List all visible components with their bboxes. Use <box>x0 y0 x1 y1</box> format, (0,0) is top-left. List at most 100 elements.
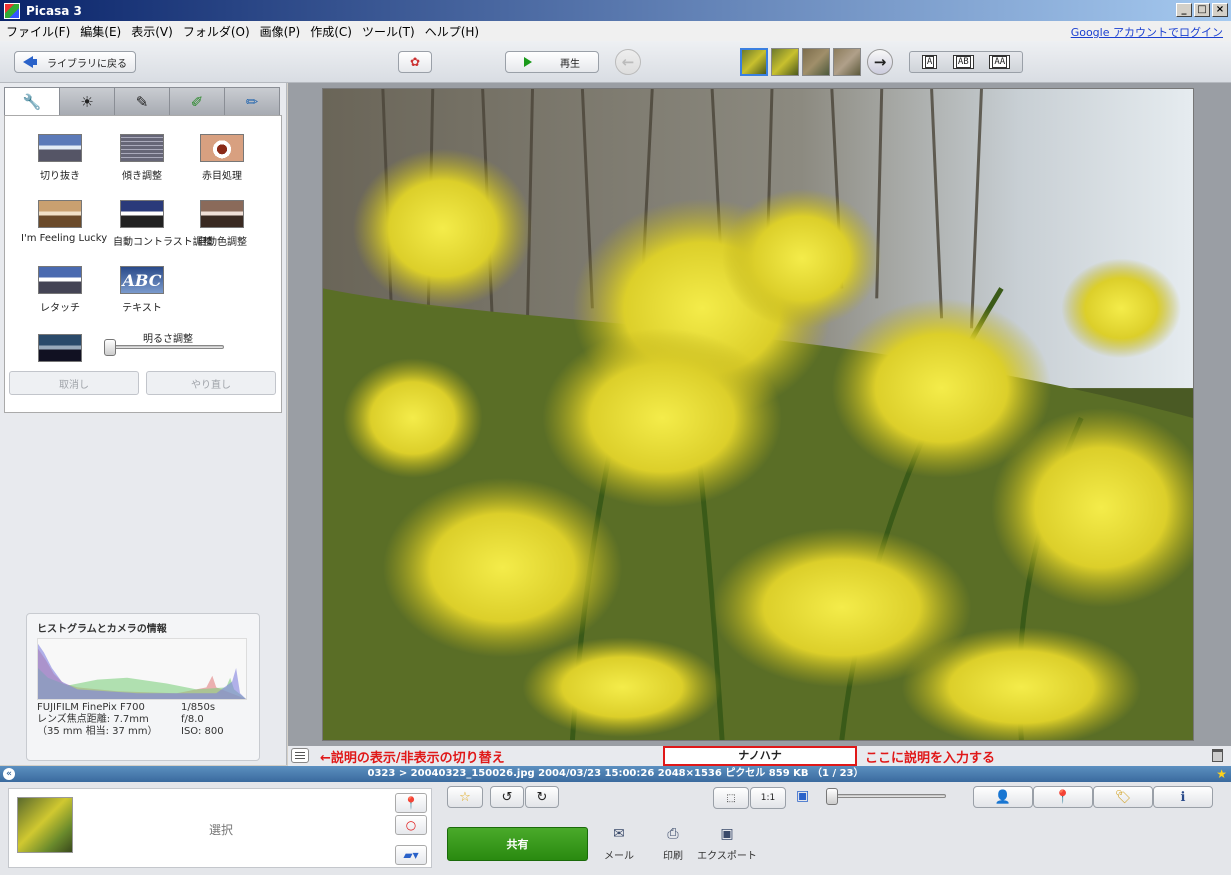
main-photo[interactable] <box>322 88 1194 741</box>
tab-basic-fixes[interactable]: 🔧 <box>4 87 60 116</box>
info-icon: ℹ <box>1180 789 1186 805</box>
status-bar: « 0323 > 20040323_150026.jpg 2004/03/23 … <box>0 766 1231 782</box>
aperture: f/8.0 <box>181 714 204 725</box>
lucky-tool[interactable] <box>19 200 101 233</box>
layout-split-button[interactable]: AA <box>989 55 1011 69</box>
retouch-tool[interactable]: レタッチ <box>19 266 101 314</box>
star-icon: ★ <box>1216 767 1227 781</box>
redo-button[interactable]: やり直し <box>146 371 276 395</box>
filmstrip-thumb[interactable] <box>771 48 799 76</box>
slideshow-play-button[interactable]: 再生 <box>505 51 599 73</box>
lucky-icon <box>38 200 82 228</box>
tab-effects-3[interactable]: ✏ <box>224 87 280 115</box>
google-login-link[interactable]: Google アカウントでログイン <box>1071 24 1223 40</box>
color-picker-button[interactable]: ✿ <box>398 51 432 73</box>
back-to-library-button[interactable]: ライブラリに戻る <box>14 51 136 73</box>
menu-picture[interactable]: 画像(P) <box>260 23 301 40</box>
maximize-button[interactable]: □ <box>1194 3 1210 17</box>
iso: ISO: 800 <box>181 726 224 737</box>
caption-bar: ←説明の表示/非表示の切り替え ナノハナ ここに説明を入力する <box>288 746 1231 766</box>
undo-button[interactable]: 取消し <box>9 371 139 395</box>
focal-length: レンズ焦点距離: 7.7mm <box>37 714 149 725</box>
print-button[interactable]: ⎙ 印刷 <box>643 826 703 862</box>
filmstrip-thumb[interactable] <box>833 48 861 76</box>
brightness-slider-track[interactable] <box>106 345 224 349</box>
filmstrip-thumb[interactable] <box>802 48 830 76</box>
status-text: 0323 > 20040323_150026.jpg 2004/03/23 15… <box>367 768 864 779</box>
people-button[interactable]: 👤 <box>973 786 1033 808</box>
auto-contrast-tool[interactable] <box>101 200 183 233</box>
menu-edit[interactable]: 編集(E) <box>80 23 121 40</box>
tab-tuning[interactable]: ☀ <box>59 87 115 115</box>
clear-tray-button[interactable]: ○ <box>395 815 427 835</box>
geotag-button[interactable]: 📍 <box>1033 786 1093 808</box>
collapse-panel-icon[interactable]: « <box>3 768 15 780</box>
close-button[interactable]: × <box>1212 3 1228 17</box>
layout-split-label: AA <box>992 56 1008 68</box>
window-controls: _ □ × <box>1176 3 1228 17</box>
menu-view[interactable]: 表示(V) <box>131 23 173 40</box>
tray-thumbnail[interactable] <box>17 797 73 853</box>
crop-label: 切り抜き <box>40 171 80 182</box>
caption-toggle-button[interactable] <box>291 748 309 763</box>
histogram-graph <box>37 638 247 700</box>
previous-photo-button[interactable]: ← <box>615 49 641 75</box>
sun-icon: ☀ <box>80 92 94 111</box>
exposure-info: 1/850s f/8.0 ISO: 800 <box>181 702 224 738</box>
menu-tools[interactable]: ツール(T) <box>362 23 415 40</box>
straighten-label: 傾き調整 <box>122 171 162 182</box>
straighten-icon <box>120 134 164 162</box>
tags-button[interactable]: 🏷 <box>1093 786 1153 808</box>
photo-viewer <box>288 83 1231 746</box>
menu-help[interactable]: ヘルプ(H) <box>425 23 479 40</box>
fit-to-window-button[interactable]: ⬚ <box>713 787 749 809</box>
album-icon: ▰▾ <box>403 848 419 862</box>
rotate-right-button[interactable]: ↻ <box>525 786 559 808</box>
export-button[interactable]: ▣ エクスポート <box>697 826 757 862</box>
zoom-slider-track[interactable] <box>828 794 946 798</box>
shutter-speed: 1/850s <box>181 702 216 713</box>
caption-input[interactable]: ナノハナ <box>663 746 857 766</box>
text-tool[interactable]: ABC テキスト <box>101 266 183 314</box>
layout-compare-button[interactable]: AB <box>952 55 974 69</box>
menu-folder[interactable]: フォルダ(O) <box>183 23 250 40</box>
tab-effects-1[interactable]: ✎ <box>114 87 170 115</box>
share-button[interactable]: 共有 <box>447 827 588 861</box>
histogram-panel: ヒストグラムとカメラの情報 FUJIFILM FinePix F700 レンズ焦… <box>26 613 260 761</box>
redeye-tool[interactable]: 赤目処理 <box>181 134 263 182</box>
auto-color-tool[interactable]: 自動色調整 <box>181 200 263 248</box>
layout-single-button[interactable]: A <box>921 55 938 69</box>
next-photo-button[interactable]: → <box>867 49 893 75</box>
actual-size-button[interactable]: 1:1 <box>750 787 786 809</box>
filmstrip-thumb[interactable] <box>740 48 768 76</box>
minimize-button[interactable]: _ <box>1176 3 1192 17</box>
crop-tool[interactable]: 切り抜き <box>19 134 101 182</box>
brush-green-icon: ✐ <box>190 92 204 111</box>
caption-toggle-annotation: ←説明の表示/非表示の切り替え <box>320 751 505 766</box>
email-button[interactable]: ✉ メール <box>589 826 649 862</box>
window-title: Picasa 3 <box>26 3 82 18</box>
map-pin-icon: 📍 <box>1054 789 1072 805</box>
brightness-slider-thumb[interactable] <box>104 339 116 356</box>
layout-single-label: A <box>924 56 935 68</box>
star-photo-button[interactable]: ☆ <box>447 786 483 808</box>
rotate-left-button[interactable]: ↺ <box>490 786 524 808</box>
straighten-tool[interactable]: 傾き調整 <box>101 134 183 182</box>
histogram-title: ヒストグラムとカメラの情報 <box>37 624 167 635</box>
properties-button[interactable]: ℹ <box>1153 786 1213 808</box>
tab-effects-2[interactable]: ✐ <box>169 87 225 115</box>
menu-create[interactable]: 作成(C) <box>310 23 352 40</box>
lucky-label: I'm Feeling Lucky <box>21 233 108 244</box>
menu-file[interactable]: ファイル(F) <box>6 23 70 40</box>
back-arrow-icon <box>23 56 37 68</box>
back-to-library-label: ライブラリに戻る <box>47 58 127 70</box>
trash-icon[interactable] <box>1212 749 1223 762</box>
add-to-album-button[interactable]: ▰▾ <box>395 845 427 865</box>
printer-icon: ⎙ <box>667 826 679 842</box>
pin-icon: 📍 <box>403 796 419 810</box>
redeye-label: 赤目処理 <box>202 171 242 182</box>
star-outline-icon: ☆ <box>459 789 471 805</box>
auto-color-label: 自動色調整 <box>197 237 247 248</box>
zoom-slider-thumb[interactable] <box>826 788 838 805</box>
hold-pin-button[interactable]: 📍 <box>395 793 427 813</box>
